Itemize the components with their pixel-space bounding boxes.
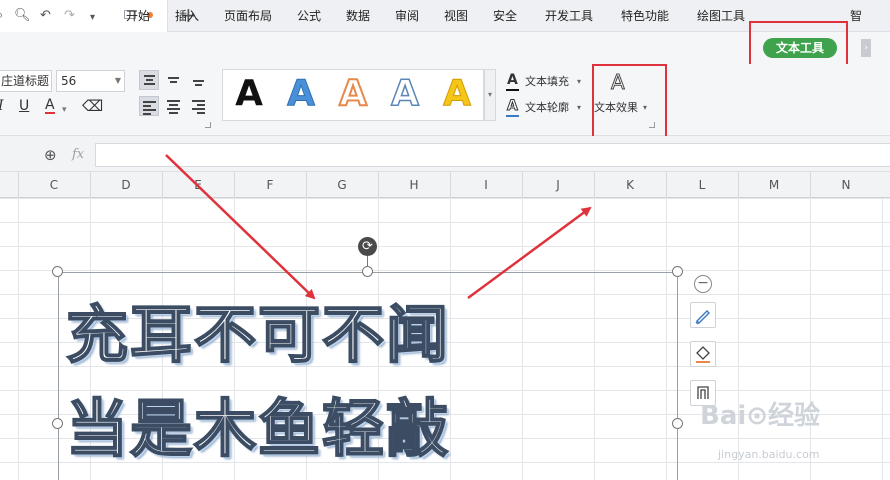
paragraph-dialog-launcher[interactable] <box>205 122 211 128</box>
wordart-line-2[interactable]: 当是木鱼轻敲 <box>65 378 450 468</box>
wordart-style-white-outline[interactable]: A <box>385 72 425 116</box>
gallery-more-button[interactable]: ▾ <box>484 69 496 121</box>
menu-formulas[interactable]: 公式 <box>297 9 321 23</box>
column-header-j[interactable]: J <box>522 172 594 198</box>
column-header-l[interactable]: L <box>666 172 738 198</box>
resize-handle-top-right[interactable] <box>672 266 683 277</box>
menu-data[interactable]: 数据 <box>346 9 370 23</box>
resize-handle-top-left[interactable] <box>52 266 63 277</box>
print-preview-icon[interactable]: ⌕ <box>0 9 3 23</box>
formula-input[interactable] <box>95 143 890 167</box>
align-top-button[interactable] <box>139 70 159 90</box>
align-right-button[interactable] <box>189 96 209 116</box>
menu-security[interactable]: 安全 <box>493 9 517 23</box>
text-fill-icon[interactable]: A <box>507 73 518 87</box>
font-size-select[interactable]: 56 ▼ <box>56 70 125 92</box>
italic-button[interactable]: I <box>0 98 4 114</box>
underline-button[interactable]: U <box>19 98 29 114</box>
fill-bucket-icon <box>696 346 710 363</box>
text-outline-dropdown-icon[interactable]: ▾ <box>577 101 581 115</box>
menu-home[interactable]: 开始 <box>126 9 150 23</box>
font-size-value: 56 <box>61 74 77 88</box>
menu-drawing-tools[interactable]: 绘图工具 <box>697 9 745 23</box>
column-header-c[interactable]: C <box>18 172 90 198</box>
align-bottom-button[interactable] <box>189 70 209 90</box>
highlight-box-text-effect <box>592 64 667 138</box>
spreadsheet-window: { "titlebar": { "new_tab_glyph": "+" }, … <box>0 0 890 480</box>
text-fill-dropdown-icon[interactable]: ▾ <box>577 75 581 89</box>
font-name-select[interactable]: 庄道标题 <box>0 70 52 92</box>
menu-page-layout[interactable]: 页面布局 <box>224 9 272 23</box>
column-header-f[interactable]: F <box>234 172 306 198</box>
menu-scroll-right-button[interactable]: › <box>861 39 871 57</box>
font-color-dropdown-icon[interactable]: ▾ <box>62 102 67 118</box>
menu-overflow[interactable]: 智 <box>850 9 862 23</box>
column-header-k[interactable]: K <box>594 172 666 198</box>
fx-icon[interactable]: fx <box>72 147 84 162</box>
align-left-button[interactable] <box>139 96 159 116</box>
resize-handle-top-middle[interactable] <box>362 266 373 277</box>
column-header-h[interactable]: H <box>378 172 450 198</box>
wordart-style-blue[interactable]: A <box>281 72 321 116</box>
fill-bucket-button[interactable] <box>690 341 716 367</box>
brush-button[interactable] <box>690 302 716 328</box>
menu-special-features[interactable]: 特色功能 <box>621 9 669 23</box>
wordart-style-orange-outline[interactable]: A <box>333 72 373 116</box>
chevron-down-icon: ▼ <box>114 76 121 85</box>
brush-icon <box>695 310 710 325</box>
eraser-icon[interactable]: ⌫ <box>82 98 103 114</box>
find-icon[interactable]: 🔍︎ <box>14 9 31 23</box>
column-header-i[interactable]: I <box>450 172 522 198</box>
text-fill-button[interactable]: 文本填充 <box>525 75 569 89</box>
quick-access-dropdown-icon[interactable]: ▾ <box>90 11 95 25</box>
column-header-m[interactable]: M <box>738 172 810 198</box>
column-header-n[interactable]: N <box>810 172 882 198</box>
resize-handle-middle-left[interactable] <box>52 418 63 429</box>
rotate-icon[interactable]: ⟳ <box>358 237 377 256</box>
menu-view[interactable]: 视图 <box>444 9 468 23</box>
wordart-style-yellow[interactable]: A <box>437 72 477 116</box>
wordart-line-1[interactable]: 充耳不可不闻 <box>65 284 450 374</box>
collapse-icon[interactable]: − <box>694 275 712 293</box>
column-header-e[interactable]: E <box>162 172 234 198</box>
menu-developer[interactable]: 开发工具 <box>545 9 593 23</box>
resize-handle-middle-right[interactable] <box>672 418 683 429</box>
text-outline-button[interactable]: 文本轮廓 <box>525 101 569 115</box>
menu-insert[interactable]: 插入 <box>175 9 199 23</box>
align-center-button[interactable] <box>164 96 184 116</box>
text-outline-icon[interactable]: A <box>507 99 519 114</box>
column-header-d[interactable]: D <box>90 172 162 198</box>
menu-review[interactable]: 审阅 <box>395 9 419 23</box>
undo-icon[interactable]: ↶ <box>40 9 51 23</box>
font-color-button[interactable]: A <box>45 98 55 114</box>
watermark-url: jingyan.baidu.com <box>718 448 820 461</box>
wordart-style-black[interactable]: A <box>229 72 269 116</box>
text-outline-color-bar <box>506 115 519 117</box>
column-header-g[interactable]: G <box>306 172 378 198</box>
redo-icon[interactable]: ↷ <box>64 9 75 23</box>
baidu-logo: Bai⊙经验 <box>700 401 821 431</box>
zoom-icon[interactable]: ⊕ <box>44 146 57 164</box>
text-fill-color-bar <box>506 89 519 91</box>
align-middle-button[interactable] <box>164 70 184 90</box>
